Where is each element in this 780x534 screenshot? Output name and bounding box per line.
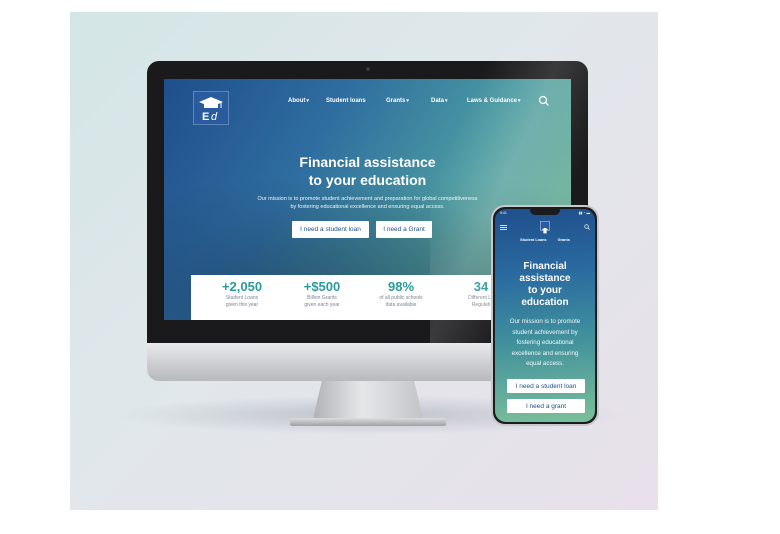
status-icons: ▮▮ ◔ ▬ [578,211,590,215]
svg-text:d: d [211,111,218,122]
nav-item-student-loans[interactable]: Student loans [326,98,366,104]
graduation-cap-icon: E d [199,97,223,122]
iphone-notch [530,209,560,215]
hero-title: Financial assistance to your education [299,154,436,188]
mobile-website-screen: 9:41 ▮▮ ◔ ▬ Student Loans Grants Financi… [495,209,595,422]
mobile-grant-button[interactable]: I need a grant [507,399,585,413]
mobile-hero-title: Financial assistance to your education [519,261,571,308]
nav-item-laws-guidance[interactable]: Laws & Guidance▾ [467,98,521,104]
grant-button[interactable]: I need a Grant [376,221,432,238]
mobile-hero-subtitle: Our mission is to promote student achiev… [509,318,581,367]
stat-public-schools: 98% of all public schools data available [379,279,423,308]
mobile-tabs: Student Loans Grants [495,238,595,242]
search-icon[interactable] [584,224,590,230]
stat-billion-grants: +$500 Billion Grants given each year [303,279,341,308]
imac-stand-foot [290,418,446,426]
desktop-nav: E d About▾ Student loans Grants▾ Data▾ L… [164,79,571,125]
mobile-student-loan-button[interactable]: I need a student loan [507,379,585,393]
graduation-cap-icon [541,227,549,234]
ed-logo[interactable]: E d [193,91,229,125]
svg-text:E: E [202,111,209,122]
ed-logo-mobile[interactable] [540,221,550,234]
nav-item-data[interactable]: Data▾ [431,98,448,104]
tab-grants[interactable]: Grants [558,238,570,242]
nav-item-grants[interactable]: Grants▾ [386,98,409,104]
status-time: 9:41 [500,211,507,215]
search-icon[interactable] [538,95,550,107]
stat-student-loans: +2,050 Student Loans given this year [221,279,263,308]
imac-stand-neck [313,381,423,419]
imac-camera [366,67,370,71]
hamburger-menu-icon[interactable] [500,225,507,230]
tab-student-loans[interactable]: Student Loans [520,238,546,242]
nav-item-about[interactable]: About▾ [288,98,309,104]
student-loan-button[interactable]: I need a student loan [292,221,369,238]
